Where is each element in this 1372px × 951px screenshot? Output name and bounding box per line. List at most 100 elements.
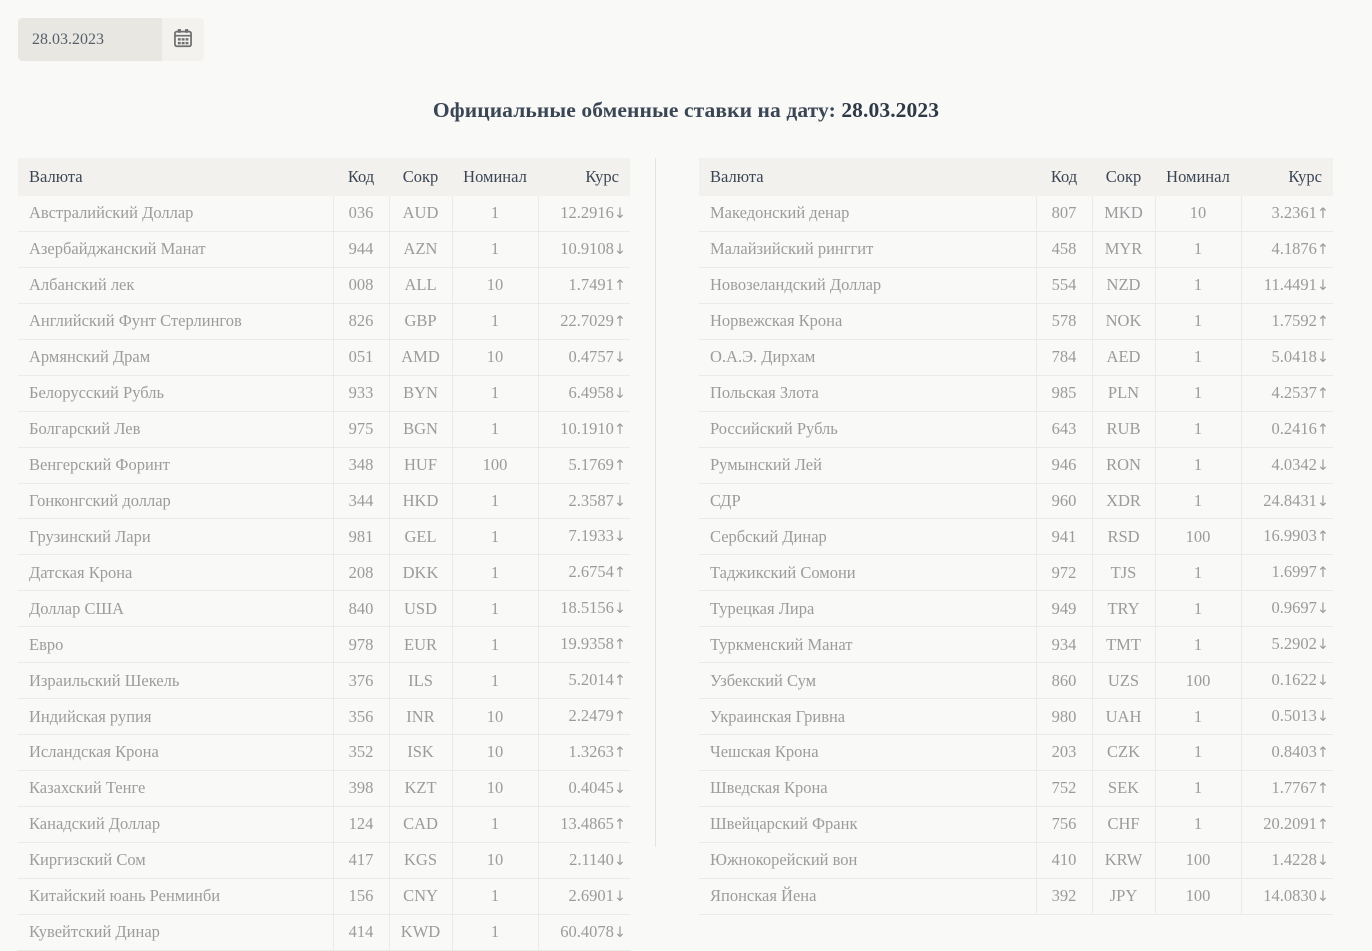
table-row[interactable]: Доллар США 840 USD 1 18.5156↓: [18, 590, 630, 628]
cell-nominal: 1: [1155, 375, 1242, 412]
arrow-up-icon: ↑: [1316, 206, 1329, 222]
table-row[interactable]: Норвежская Крона 578 NOK 1 1.7592↑: [699, 303, 1333, 340]
date-picker[interactable]: [18, 18, 204, 61]
cell-rate: 0.2416↑: [1241, 411, 1333, 448]
table-row[interactable]: Туркменский Манат 934 TMT 1 5.2902↓: [699, 626, 1333, 664]
cell-currency-name: Казахский Тенге: [18, 770, 334, 807]
table-row[interactable]: Чешская Крона 203 CZK 1 0.8403↑: [699, 734, 1333, 771]
table-row[interactable]: Румынский Лей 946 RON 1 4.0342↓: [699, 447, 1333, 484]
date-input[interactable]: [18, 18, 162, 61]
table-row[interactable]: Армянский Драм 051 AMD 10 0.4757↓: [18, 339, 630, 376]
table-row[interactable]: Грузинский Лари 981 GEL 1 7.1933↓: [18, 518, 630, 556]
table-row[interactable]: Сербский Динар 941 RSD 100 16.9903↑: [699, 518, 1333, 556]
column-header-code[interactable]: Код: [1036, 158, 1092, 196]
table-row[interactable]: Кувейтский Динар 414 KWD 1 60.4078↓: [18, 914, 630, 951]
cell-rate: 10.1910↑: [538, 411, 630, 448]
table-row[interactable]: О.А.Э. Дирхам 784 AED 1 5.0418↓: [699, 339, 1333, 376]
table-row[interactable]: Швейцарский Франк 756 CHF 1 20.2091↑: [699, 806, 1333, 843]
cell-currency-name: Малайзийский ринггит: [699, 231, 1037, 268]
column-header-abbr[interactable]: Сокр: [389, 158, 452, 196]
cell-nominal: 1: [452, 411, 539, 448]
cell-currency-code: 410: [1036, 842, 1093, 879]
cell-rate: 18.5156↓: [538, 590, 630, 628]
table-row[interactable]: Белорусский Рубль 933 BYN 1 6.4958↓: [18, 375, 630, 412]
cell-nominal: 10: [452, 734, 539, 771]
table-row[interactable]: Английский Фунт Стерлингов 826 GBP 1 22.7029…: [18, 303, 630, 340]
table-row[interactable]: Македонский денар 807 MKD 10 3.2361↑: [699, 196, 1333, 232]
cell-nominal: 1: [452, 878, 539, 915]
calendar-button[interactable]: [162, 18, 204, 61]
table-row[interactable]: Таджикский Сомони 972 TJS 1 1.6997↑: [699, 554, 1333, 592]
arrow-down-icon: ↓: [613, 888, 626, 905]
cell-rate: 60.4078↓: [538, 914, 630, 951]
cell-currency-name: Швейцарский Франк: [699, 806, 1037, 843]
column-header-currency[interactable]: Валюта: [18, 158, 333, 196]
cell-currency-code: 008: [333, 267, 390, 304]
cell-currency-abbr: NZD: [1092, 267, 1156, 304]
table-row[interactable]: Южнокорейский вон 410 KRW 100 1.4228↓: [699, 842, 1333, 879]
table-row[interactable]: Гонконгский доллар 344 HKD 1 2.3587↓: [18, 483, 630, 520]
cell-currency-code: 752: [1036, 770, 1093, 807]
table-row[interactable]: Канадский Доллар 124 CAD 1 13.4865↑: [18, 806, 630, 843]
cell-currency-code: 934: [1036, 626, 1093, 664]
table-row[interactable]: Казахский Тенге 398 KZT 10 0.4045↓: [18, 770, 630, 807]
table-row[interactable]: Индийская рупия 356 INR 10 2.2479↑: [18, 698, 630, 736]
cell-nominal: 1: [452, 375, 539, 412]
column-header-rate[interactable]: Курс: [538, 158, 630, 196]
table-row[interactable]: Узбекский Сум 860 UZS 100 0.1622↓: [699, 662, 1333, 700]
table-row[interactable]: Исландская Крона 352 ISK 10 1.3263↑: [18, 734, 630, 771]
column-header-code[interactable]: Код: [333, 158, 389, 196]
cell-currency-abbr: RUB: [1092, 411, 1156, 448]
cell-currency-abbr: AUD: [389, 196, 453, 232]
cell-nominal: 1: [1155, 554, 1242, 592]
table-row[interactable]: Японская Йена 392 JPY 100 14.0830↓: [699, 878, 1333, 915]
cell-currency-code: 840: [333, 590, 390, 628]
table-row[interactable]: Болгарский Лев 975 BGN 1 10.1910↑: [18, 411, 630, 448]
table-row[interactable]: Австралийский Доллар 036 AUD 1 12.2916↓: [18, 196, 630, 232]
table-row[interactable]: Турецкая Лира 949 TRY 1 0.9697↓: [699, 590, 1333, 628]
rate-value: 4.1876: [1271, 238, 1317, 258]
table-row[interactable]: Евро 978 EUR 1 19.9358↑: [18, 626, 630, 664]
table-row[interactable]: Албанский лек 008 ALL 10 1.7491↑: [18, 267, 630, 304]
arrow-up-icon: ↑: [613, 313, 626, 330]
table-row[interactable]: Новозеландский Доллар 554 NZD 1 11.4491↓: [699, 267, 1333, 304]
cell-currency-abbr: UZS: [1092, 662, 1156, 700]
cell-currency-name: Чешская Крона: [699, 734, 1037, 771]
rate-value: 20.2091: [1263, 813, 1317, 833]
rate-value: 6.4958: [568, 382, 614, 402]
cell-nominal: 1: [452, 662, 539, 700]
table-row[interactable]: Датская Крона 208 DKK 1 2.6754↑: [18, 554, 630, 592]
left-table-column: Валюта Код Сокр Номинал Курс Австралийск…: [0, 158, 655, 951]
arrow-down-icon: ↓: [1316, 349, 1329, 366]
column-header-currency[interactable]: Валюта: [699, 158, 1036, 196]
cell-nominal: 10: [452, 698, 539, 736]
table-row[interactable]: Малайзийский ринггит 458 MYR 1 4.1876↑: [699, 231, 1333, 268]
arrow-down-icon: ↓: [1316, 601, 1329, 618]
table-row[interactable]: Польская Злота 985 PLN 1 4.2537↑: [699, 375, 1333, 412]
cell-currency-code: 356: [333, 698, 390, 736]
rate-value: 4.0342: [1271, 454, 1317, 474]
arrow-up-icon: ↑: [1316, 529, 1329, 546]
cell-rate: 5.2902↓: [1241, 626, 1333, 664]
rate-value: 13.4865: [560, 813, 614, 833]
cell-currency-code: 972: [1036, 554, 1093, 592]
column-header-abbr[interactable]: Сокр: [1092, 158, 1155, 196]
table-row[interactable]: СДР 960 XDR 1 24.8431↓: [699, 483, 1333, 520]
table-row[interactable]: Российский Рубль 643 RUB 1 0.2416↑: [699, 411, 1333, 448]
table-row[interactable]: Азербайджанский Манат 944 AZN 1 10.9108↓: [18, 231, 630, 268]
table-row[interactable]: Израильский Шекель 376 ILS 1 5.2014↑: [18, 662, 630, 700]
cell-rate: 6.4958↓: [538, 375, 630, 412]
right-table-body: Македонский денар 807 MKD 10 3.2361↑ Малайзий…: [699, 196, 1333, 915]
table-row[interactable]: Шведская Крона 752 SEK 1 1.7767↑: [699, 770, 1333, 807]
rate-value: 22.7029: [560, 310, 614, 330]
table-row[interactable]: Венгерский Форинт 348 HUF 100 5.1769↑: [18, 447, 630, 484]
table-row[interactable]: Киргизский Сом 417 KGS 10 2.1140↓: [18, 842, 630, 879]
arrow-down-icon: ↓: [1316, 637, 1329, 654]
cell-currency-abbr: TMT: [1092, 626, 1156, 664]
table-row[interactable]: Украинская Гривна 980 UAH 1 0.5013↓: [699, 698, 1333, 736]
table-row[interactable]: Китайский юань Ренминби 156 CNY 1 2.6901↓: [18, 878, 630, 915]
column-header-nominal[interactable]: Номинал: [452, 158, 538, 196]
cell-currency-name: Канадский Доллар: [18, 806, 334, 843]
column-header-nominal[interactable]: Номинал: [1155, 158, 1241, 196]
column-header-rate[interactable]: Курс: [1241, 158, 1333, 196]
